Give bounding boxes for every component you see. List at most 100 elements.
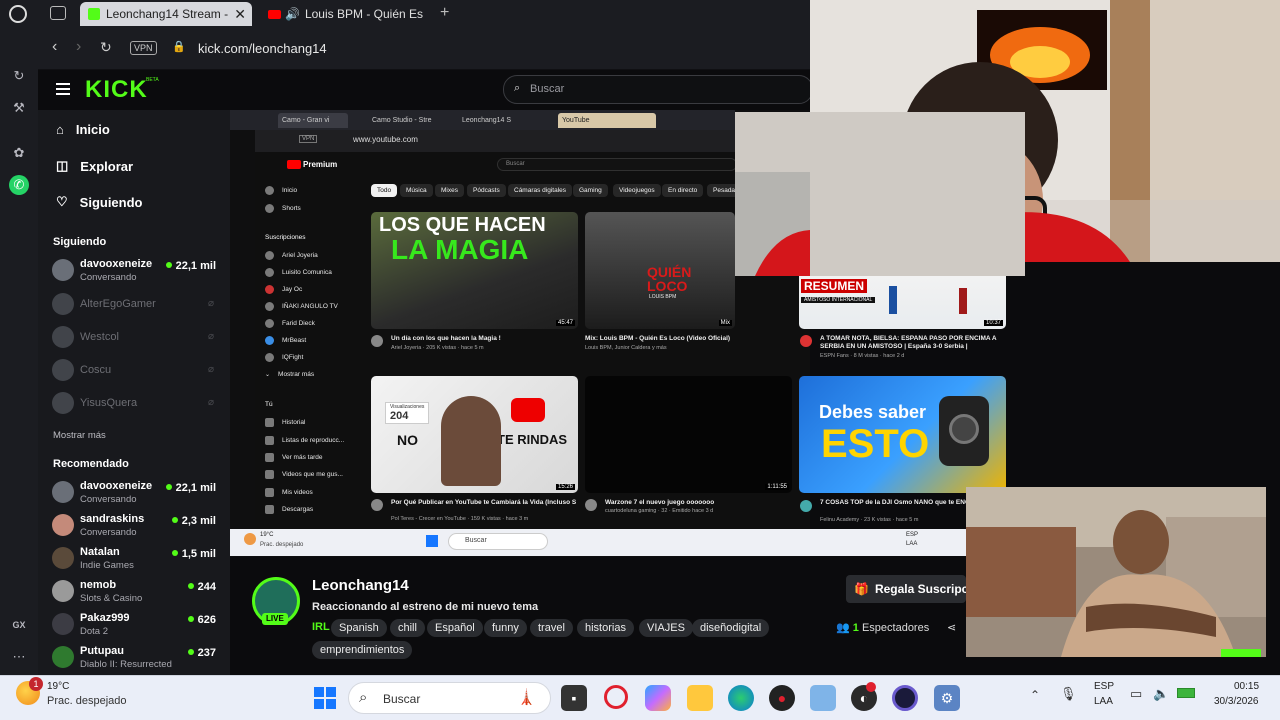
yt-chip: Música bbox=[400, 184, 433, 197]
search-icon: ⌕ bbox=[514, 82, 521, 94]
channel-item[interactable]: Coscu ⌀ bbox=[52, 356, 222, 386]
app-icon[interactable]: ● bbox=[769, 685, 795, 711]
stream-category[interactable]: IRL bbox=[312, 621, 330, 633]
nav-siguiendo[interactable]: ♡ Siguiendo bbox=[56, 194, 143, 210]
nav-label: Siguiendo bbox=[79, 194, 143, 210]
forward-icon[interactable]: › bbox=[76, 38, 81, 56]
views-badge: Visualizaciones 204 bbox=[385, 402, 430, 424]
clock-date[interactable]: 30/3/2026 bbox=[1214, 696, 1259, 707]
search-input[interactable]: ⌕ Buscar bbox=[503, 75, 813, 104]
microphone-icon[interactable]: 🎙 bbox=[1060, 686, 1077, 702]
toolbox-icon[interactable]: ⚒ bbox=[9, 98, 29, 118]
yt-sub-item: Farid Dieck bbox=[265, 319, 315, 328]
stream-tag[interactable]: diseñodigital bbox=[692, 619, 770, 637]
search-icon: ⌕ bbox=[359, 689, 368, 706]
volume-icon[interactable]: 🔈 bbox=[1153, 686, 1169, 702]
channel-item[interactable]: Westcol ⌀ bbox=[52, 323, 222, 353]
video-meta: Pol Teres - Crecer en YouTube · 159 K vi… bbox=[391, 516, 529, 522]
channel-item[interactable]: davooxeneize Conversando 22,1 mil bbox=[52, 478, 222, 508]
video-thumbnail: Visualizaciones 204 NO TE RINDAS 15:26 bbox=[371, 376, 578, 493]
yt-you-label: Ver más tarde bbox=[282, 454, 323, 461]
aria-icon[interactable]: ↻ bbox=[9, 66, 29, 86]
youtube-page: Premium Buscar Inicio Shorts Suscripcion… bbox=[255, 152, 810, 530]
stream-tag[interactable]: VIAJES bbox=[639, 619, 693, 637]
menu-icon[interactable] bbox=[56, 83, 70, 95]
like-icon bbox=[265, 470, 274, 479]
avatar bbox=[585, 499, 597, 511]
settings-icon[interactable]: ⚙ bbox=[934, 685, 960, 711]
battery-icon[interactable] bbox=[1177, 688, 1195, 698]
new-tab-button[interactable]: + bbox=[440, 4, 449, 22]
tab-switcher-icon[interactable] bbox=[50, 6, 66, 20]
edge-icon[interactable] bbox=[728, 685, 754, 711]
show-more-link[interactable]: Mostrar más bbox=[53, 430, 106, 441]
windows-start-icon[interactable] bbox=[312, 685, 338, 711]
audio-playing-icon[interactable]: 🔊 bbox=[285, 7, 300, 21]
avatar bbox=[52, 547, 74, 569]
opera-logo-icon[interactable] bbox=[9, 5, 27, 23]
thumbnail-text: LOCO bbox=[647, 278, 688, 294]
chevron-down-icon: ⌄ bbox=[265, 372, 271, 378]
stream-tag[interactable]: travel bbox=[530, 619, 573, 637]
thumbnail-text: AMISTOSO INTERNACIONAL bbox=[801, 297, 876, 303]
video-thumbnail: RESUMEN AMISTOSO INTERNACIONAL 10:37 bbox=[799, 276, 1006, 329]
back-icon[interactable]: ‹ bbox=[52, 38, 57, 56]
channel-name[interactable]: Leonchang14 bbox=[312, 577, 409, 594]
whatsapp-icon[interactable]: ✆ bbox=[9, 175, 29, 195]
channel-item[interactable]: Natalan Indie Games 1,5 mil bbox=[52, 544, 222, 574]
channel-item[interactable]: YisusQuera ⌀ bbox=[52, 389, 222, 419]
channel-name: AlterEgoGamer bbox=[80, 298, 156, 310]
photos-icon[interactable] bbox=[810, 685, 836, 711]
file-explorer-icon[interactable] bbox=[687, 685, 713, 711]
network-icon[interactable]: ▭ bbox=[1130, 686, 1142, 702]
gift-icon: 🎁 bbox=[854, 582, 869, 596]
viewer-count: 22,1 mil bbox=[166, 482, 216, 494]
stream-tag[interactable]: funny bbox=[484, 619, 527, 637]
stream-tag[interactable]: chill bbox=[390, 619, 425, 637]
app-icon[interactable] bbox=[892, 685, 918, 711]
opera-gx-icon[interactable] bbox=[604, 685, 628, 709]
nav-inicio[interactable]: ⌂ Inicio bbox=[56, 122, 110, 137]
stream-tag[interactable]: Español bbox=[427, 619, 483, 637]
more-icon[interactable]: ⋯ bbox=[9, 647, 29, 667]
tab-label: Leonchang14 Stream - bbox=[106, 7, 229, 21]
address-bar: ‹ › ↻ VPN 🔒 kick.com/leonchang14 bbox=[38, 28, 810, 70]
channel-item[interactable]: AlterEgoGamer ⌀ bbox=[52, 290, 222, 320]
copilot-icon[interactable] bbox=[645, 685, 671, 711]
channel-item[interactable]: davooxeneize Conversando 22,1 mil bbox=[52, 256, 222, 286]
vpn-badge[interactable]: VPN bbox=[130, 41, 157, 55]
nav-explorar[interactable]: ◫ Explorar bbox=[56, 158, 133, 174]
language-label[interactable]: LAA bbox=[1094, 696, 1113, 707]
kick-logo[interactable]: KICK bbox=[85, 76, 148, 104]
url-field[interactable]: kick.com/leonchang14 bbox=[198, 41, 327, 56]
chatgpt-icon[interactable]: ✿ bbox=[9, 143, 29, 163]
live-badge: LIVE bbox=[262, 613, 288, 625]
video-title: Mix: Louis BPM - Quién Es Loco (Video Of… bbox=[585, 335, 731, 342]
stream-tag[interactable]: historias bbox=[577, 619, 634, 637]
channel-item[interactable]: Putupau Diablo II: Resurrected 237 bbox=[52, 643, 222, 673]
channel-category: Conversando bbox=[80, 527, 137, 538]
channel-category: Dota 2 bbox=[80, 626, 108, 637]
stream-tag[interactable]: emprendimientos bbox=[312, 641, 413, 659]
taskbar-search[interactable]: ⌕ Buscar 🗼 bbox=[348, 682, 551, 714]
tab-kick[interactable]: Leonchang14 Stream - ✕ bbox=[80, 2, 252, 26]
tab-youtube[interactable]: 🔊 Louis BPM - Quién Es bbox=[260, 2, 432, 26]
home-icon: ⌂ bbox=[56, 122, 64, 137]
task-view-icon[interactable]: ▪ bbox=[561, 685, 587, 711]
channel-item[interactable]: sandraskins Conversando 2,3 mil bbox=[52, 511, 222, 541]
download-icon bbox=[265, 505, 274, 514]
clock-time[interactable]: 00:15 bbox=[1234, 681, 1259, 692]
channel-item[interactable]: Pakaz999 Dota 2 626 bbox=[52, 610, 222, 640]
shared-address-bar: VPN www.youtube.com bbox=[255, 130, 735, 152]
avatar bbox=[265, 251, 274, 260]
chevron-up-icon[interactable]: ⌃ bbox=[1030, 688, 1040, 702]
close-tab-icon[interactable]: ✕ bbox=[234, 6, 246, 23]
video-thumbnail: 1:11:55 bbox=[585, 376, 792, 493]
share-icon[interactable]: ⋖ bbox=[947, 621, 956, 634]
channel-item[interactable]: nemob Slots & Casino 244 bbox=[52, 577, 222, 607]
reload-icon[interactable]: ↻ bbox=[100, 39, 112, 56]
language-label[interactable]: ESP bbox=[1094, 681, 1114, 692]
gift-subscription-button[interactable]: 🎁 Regala Suscripci bbox=[846, 575, 966, 603]
gx-icon[interactable]: GX bbox=[9, 615, 29, 635]
stream-tag[interactable]: Spanish bbox=[331, 619, 387, 637]
